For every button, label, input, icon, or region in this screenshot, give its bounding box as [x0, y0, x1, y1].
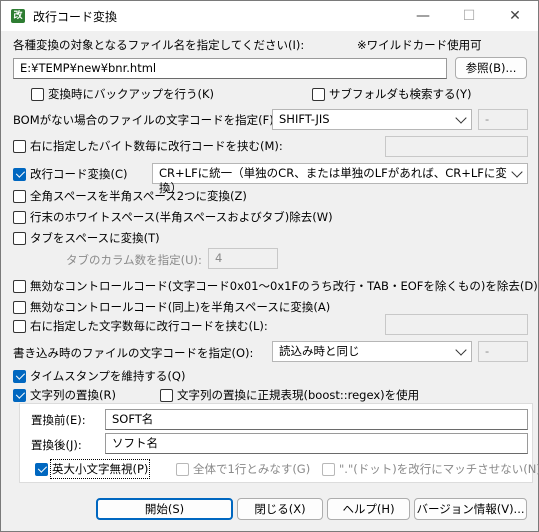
insert-chars-label: 右に指定した文字数毎に改行コードを挟む(L): — [30, 319, 268, 333]
regex-checkbox[interactable]: 文字列の置換に正規表現(boost::regex)を使用 — [160, 387, 419, 403]
insert-bytes-label: 右に指定したバイト数毎に改行コードを挟む(M): — [30, 139, 283, 153]
keep-timestamp-checkbox[interactable]: タイムスタンプを維持する(Q) — [13, 368, 185, 384]
backup-label: 変換時にバックアップを行う(K) — [48, 87, 215, 101]
newline-convert-checkbox-box[interactable] — [13, 167, 26, 181]
replace-before-label: 置換前(E): — [31, 413, 86, 427]
window-title: 改行コード変換 — [33, 10, 118, 24]
trailing-whitespace-label: 行末のホワイトスペース(半角スペースおよびタブ)除去(W) — [30, 210, 333, 224]
maximize-icon: ☐ — [462, 8, 476, 24]
insert-chars-input — [385, 314, 528, 335]
app-icon: 改 — [11, 9, 25, 23]
zenkaku-space-checkbox[interactable]: 全角スペースを半角スペース2つに変換(Z) — [13, 188, 247, 204]
newline-convert-checkbox[interactable]: 改行コード変換(C) — [13, 166, 128, 182]
whole-line-checkbox: 全体で1行とみなす(G) — [176, 461, 310, 477]
whole-line-label: 全体で1行とみなす(G) — [193, 462, 311, 476]
bom-encoding-select[interactable]: SHIFT-JIS — [272, 109, 472, 130]
dot-newline-label: "."(ドット)を改行にマッチさせない(N) — [339, 462, 539, 476]
minimize-icon: — — [416, 8, 430, 24]
regex-label: 文字列の置換に正規表現(boost::regex)を使用 — [177, 388, 420, 402]
zenkaku-space-checkbox-box[interactable] — [13, 189, 26, 203]
replace-after-label: 置換後(J): — [31, 438, 82, 452]
dot-newline-checkbox: "."(ドット)を改行にマッチさせない(N) — [322, 461, 539, 477]
replace-checkbox[interactable]: 文字列の置換(R) — [13, 387, 116, 403]
target-files-label: 各種変換の対象となるファイル名を指定してください(I): — [13, 38, 305, 52]
backup-checkbox[interactable]: 変換時にバックアップを行う(K) — [31, 86, 214, 102]
zenkaku-space-label: 全角スペースを半角スペース2つに変換(Z) — [30, 189, 247, 203]
insert-bytes-checkbox[interactable]: 右に指定したバイト数毎に改行コードを挟む(M): — [13, 138, 283, 154]
subfolder-label: サブフォルダも検索する(Y) — [329, 87, 472, 101]
maximize-button: ☐ — [446, 1, 492, 31]
ignore-case-checkbox[interactable]: 英大小文字無視(P) — [35, 459, 151, 479]
ctrl-space-label: 無効なコントロールコード(同上)を半角スペースに変換(A) — [30, 300, 331, 314]
ctrl-space-checkbox[interactable]: 無効なコントロールコード(同上)を半角スペースに変換(A) — [13, 299, 330, 315]
write-encoding-select[interactable]: 読込み時と同じ — [272, 341, 472, 362]
insert-chars-checkbox-box[interactable] — [13, 319, 26, 333]
backup-checkbox-box[interactable] — [31, 87, 44, 101]
target-path-input[interactable]: E:¥TEMP¥new¥bnr.html — [13, 58, 447, 79]
replace-label: 文字列の置換(R) — [30, 388, 116, 402]
close-icon: ✕ — [509, 8, 521, 24]
trailing-whitespace-checkbox[interactable]: 行末のホワイトスペース(半角スペースおよびタブ)除去(W) — [13, 209, 333, 225]
ctrl-remove-checkbox-box[interactable] — [13, 279, 26, 293]
help-button[interactable]: ヘルプ(H) — [327, 498, 410, 520]
ctrl-remove-checkbox[interactable]: 無効なコントロールコード(文字コード0x01〜0x1Fのうち改行・TAB・EOF… — [13, 278, 538, 294]
replace-after-input[interactable]: ソフト名 — [105, 433, 528, 454]
tab-to-space-label: タブをスペースに変換(T) — [30, 231, 160, 245]
regex-checkbox-box[interactable] — [160, 388, 173, 402]
dot-newline-checkbox-box — [322, 462, 335, 476]
chevron-down-icon — [455, 112, 467, 124]
start-button[interactable]: 開始(S) — [96, 498, 233, 520]
write-encoding-label: 書き込み時のファイルの文字コードを指定(O): — [13, 346, 254, 360]
subfolder-checkbox-box[interactable] — [312, 87, 325, 101]
subfolder-checkbox[interactable]: サブフォルダも検索する(Y) — [312, 86, 472, 102]
tab-to-space-checkbox[interactable]: タブをスペースに変換(T) — [13, 230, 160, 246]
browse-button[interactable]: 参照(B)... — [455, 57, 527, 79]
replace-before-input[interactable]: SOFT名 — [105, 409, 528, 430]
trailing-whitespace-checkbox-box[interactable] — [13, 210, 26, 224]
tab-to-space-checkbox-box[interactable] — [13, 231, 26, 245]
newline-convert-label: 改行コード変換(C) — [30, 167, 128, 181]
version-info-button[interactable]: バージョン情報(V)... — [414, 498, 527, 520]
close-window-button[interactable]: ✕ — [492, 1, 538, 31]
insert-bytes-checkbox-box[interactable] — [13, 139, 26, 153]
whole-line-checkbox-box — [176, 462, 189, 476]
write-encoding-value: 読込み時と同じ — [279, 344, 360, 358]
dialog-window: 改 改行コード変換 — ☐ ✕ 各種変換の対象となるファイル名を指定してください… — [0, 0, 539, 532]
ignore-case-label: 英大小文字無視(P) — [49, 459, 151, 479]
wildcard-note: ※ワイルドカード使用可 — [357, 38, 482, 52]
tab-width-label: タブのカラム数を指定(U): — [66, 253, 202, 267]
ctrl-space-checkbox-box[interactable] — [13, 300, 26, 314]
insert-bytes-input — [385, 136, 528, 157]
ignore-case-checkbox-box[interactable] — [35, 462, 48, 476]
keep-timestamp-label: タイムスタンプを維持する(Q) — [30, 369, 186, 383]
keep-timestamp-checkbox-box[interactable] — [13, 369, 26, 383]
insert-chars-checkbox[interactable]: 右に指定した文字数毎に改行コードを挟む(L): — [13, 318, 268, 334]
minimize-button[interactable]: — — [400, 1, 446, 31]
replace-checkbox-box[interactable] — [13, 388, 26, 402]
bom-encoding-side-field: - — [478, 109, 528, 130]
newline-type-select[interactable]: CR+LFに統一（単独のCR、または単独のLFがあれば、CR+LFに変換） — [152, 163, 528, 195]
bom-encoding-value: SHIFT-JIS — [279, 112, 330, 126]
title-bar[interactable]: 改 改行コード変換 — ☐ ✕ — [1, 1, 538, 31]
ctrl-remove-label: 無効なコントロールコード(文字コード0x01〜0x1Fのうち改行・TAB・EOF… — [30, 279, 538, 293]
close-button[interactable]: 閉じる(X) — [237, 498, 323, 520]
chevron-down-icon — [455, 344, 467, 356]
bom-encoding-label: BOMがない場合のファイルの文字コードを指定(F): — [13, 113, 278, 127]
tab-width-input: 4 — [208, 248, 278, 269]
chevron-down-icon — [511, 166, 523, 178]
write-encoding-side-field: - — [478, 341, 528, 362]
